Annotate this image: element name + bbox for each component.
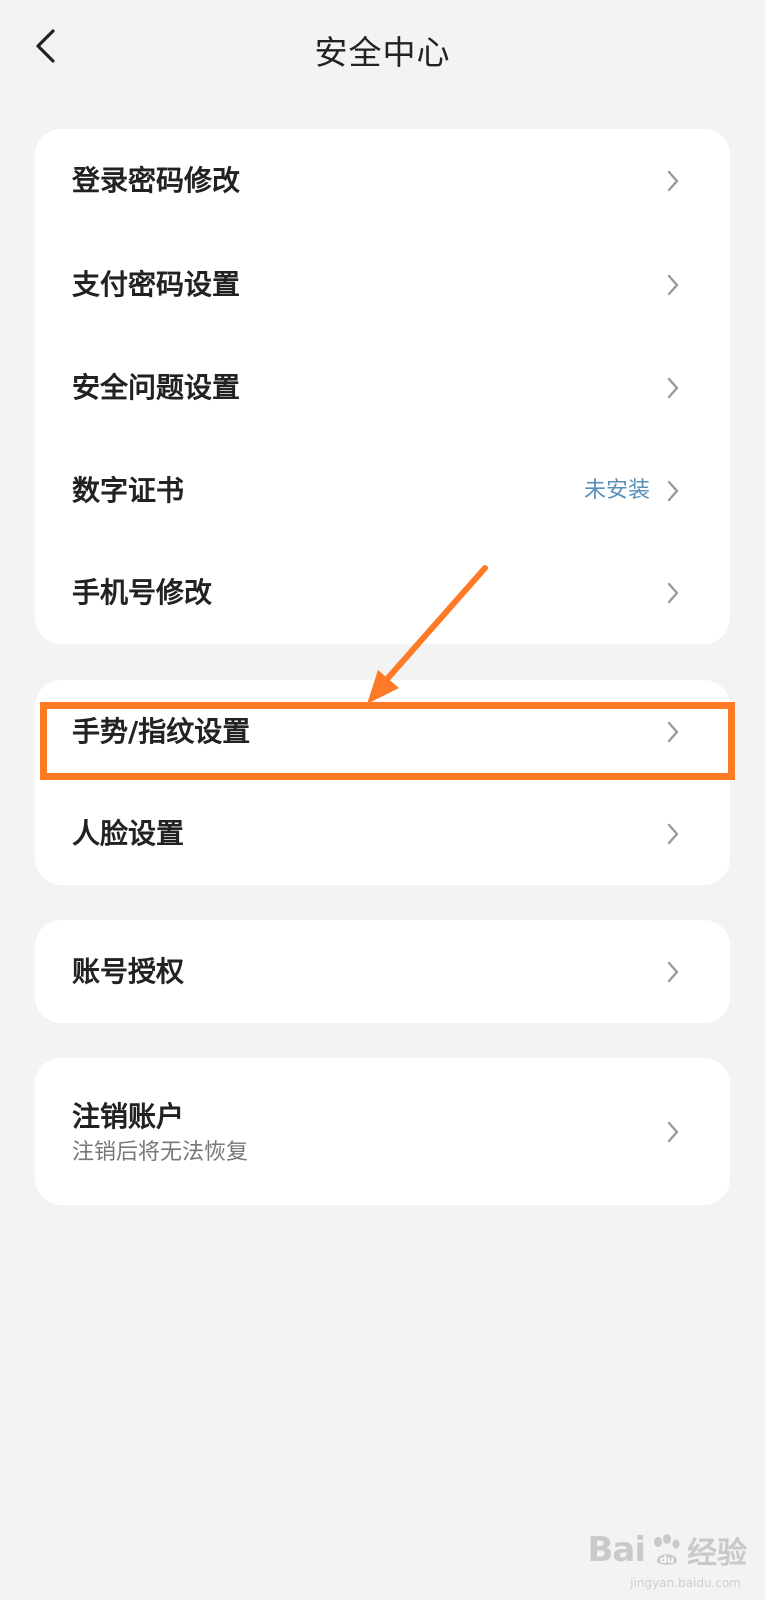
list-item-login-password[interactable]: 登录密码修改: [35, 129, 730, 233]
list-item-label: 手势/指纹设置: [72, 714, 251, 748]
chevron-right-icon: [667, 1121, 679, 1142]
chevron-right-icon: [667, 480, 679, 501]
list-item-digital-certificate[interactable]: 数字证书 未安装: [35, 439, 730, 542]
watermark-url: jingyan.baidu.com: [630, 1576, 741, 1590]
list-item-label: 数字证书: [72, 473, 185, 507]
chevron-right-icon: [667, 823, 679, 845]
settings-group-authorization: 账号授权: [35, 920, 730, 1023]
list-item-label: 登录密码修改: [72, 164, 241, 197]
paw-logo-icon: du: [654, 1534, 680, 1566]
chevron-right-icon: [667, 170, 679, 192]
list-item-label: 账号授权: [72, 954, 185, 988]
list-item-cancel-account[interactable]: 注销账户 注销后将无法恢复: [35, 1058, 730, 1205]
chevron-right-icon: [667, 721, 679, 742]
chevron-right-icon: [667, 961, 679, 982]
chevron-right-icon: [667, 377, 679, 398]
list-item-phone-change[interactable]: 手机号修改: [35, 542, 730, 644]
list-item-label: 手机号修改: [72, 576, 213, 609]
list-item-face[interactable]: 人脸设置: [35, 783, 730, 885]
svg-text:du: du: [660, 1555, 674, 1566]
list-item-sublabel: 注销后将无法恢复: [72, 1140, 249, 1165]
list-item-label: 支付密码设置: [72, 267, 241, 301]
list-item-gesture-fingerprint[interactable]: 手势/指纹设置: [35, 680, 730, 783]
list-item-account-authorization[interactable]: 账号授权: [35, 920, 730, 1023]
list-item-label: 人脸设置: [72, 817, 185, 850]
watermark-brand-suffix: 经验: [687, 1536, 747, 1571]
chevron-right-icon: [667, 582, 679, 604]
certificate-status: 未安装: [583, 477, 650, 503]
watermark-brand: Bai: [587, 1530, 646, 1570]
page-title: 安全中心: [314, 33, 451, 72]
list-item-security-question[interactable]: 安全问题设置: [35, 336, 730, 439]
chevron-right-icon: [667, 274, 679, 295]
settings-group-biometrics: 手势/指纹设置 人脸设置: [35, 680, 730, 885]
header-bar: 安全中心: [0, 0, 765, 96]
list-item-label: 注销账户: [72, 1100, 185, 1133]
list-item-label: 安全问题设置: [72, 370, 241, 404]
settings-group-cancel-account: 注销账户 注销后将无法恢复: [35, 1058, 730, 1205]
baidu-jingyan-watermark: Bai du 经验: [587, 1528, 747, 1572]
settings-group-account-security: 登录密码修改 支付密码设置 安全问题设置 数字证书 未安装 手机号修改: [35, 129, 730, 644]
list-item-pay-password[interactable]: 支付密码设置: [35, 233, 730, 336]
